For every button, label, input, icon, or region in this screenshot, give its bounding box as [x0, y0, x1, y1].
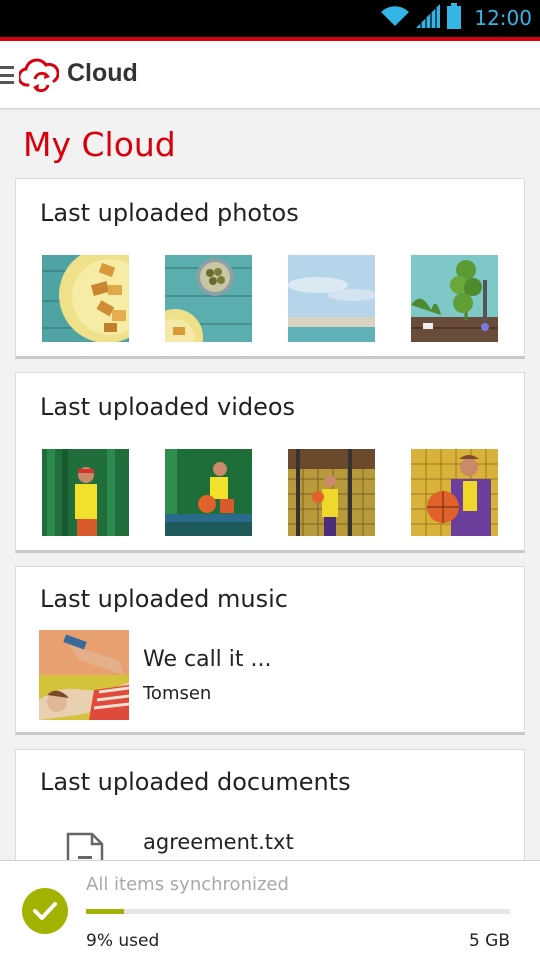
wifi-icon: [380, 4, 410, 33]
sync-status: All items synchronized: [86, 874, 289, 895]
videos-section-title: Last uploaded videos: [40, 393, 296, 421]
videos-card[interactable]: Last uploaded videos: [15, 372, 525, 553]
app-title: Cloud: [67, 59, 138, 87]
photo-thumbnail[interactable]: [165, 255, 252, 342]
app-bar: Cloud: [0, 41, 540, 109]
track-title: We call it ...: [143, 647, 272, 672]
documents-section-title: Last uploaded documents: [40, 768, 351, 796]
music-card[interactable]: Last uploaded music We call it ... Tomse…: [15, 566, 525, 735]
storage-usage-fill: [86, 909, 125, 914]
status-icons: 12:00: [380, 2, 532, 34]
page-title: My Cloud: [23, 125, 176, 164]
video-thumbnail[interactable]: [42, 449, 129, 536]
photos-card[interactable]: Last uploaded photos: [15, 178, 525, 359]
track-artist: Tomsen: [143, 683, 212, 704]
storage-footer: All items synchronized 9% used 5 GB: [0, 860, 540, 960]
video-thumbnail[interactable]: [288, 449, 375, 536]
photo-thumbnail[interactable]: [42, 255, 129, 342]
video-thumbnail[interactable]: [165, 449, 252, 536]
photos-section-title: Last uploaded photos: [40, 199, 299, 227]
status-bar: 12:00: [0, 0, 540, 41]
cloud-sync-logo-icon[interactable]: [17, 57, 60, 93]
music-section-title: Last uploaded music: [40, 585, 288, 613]
signal-icon: [416, 3, 441, 33]
sync-check-icon: [22, 888, 68, 934]
storage-usage-bar: [86, 909, 510, 914]
storage-usage-label: 9% used: [86, 931, 160, 951]
menu-icon[interactable]: [0, 66, 14, 84]
videos-thumbnails: [42, 449, 498, 536]
photos-thumbnails: [42, 255, 498, 342]
document-name[interactable]: agreement.txt: [143, 830, 294, 854]
battery-icon: [446, 2, 462, 34]
photo-thumbnail[interactable]: [411, 255, 498, 342]
photo-thumbnail[interactable]: [288, 255, 375, 342]
status-time: 12:00: [474, 6, 532, 30]
album-cover[interactable]: [39, 630, 130, 720]
storage-quota-label: 5 GB: [468, 931, 510, 951]
video-thumbnail[interactable]: [411, 449, 498, 536]
